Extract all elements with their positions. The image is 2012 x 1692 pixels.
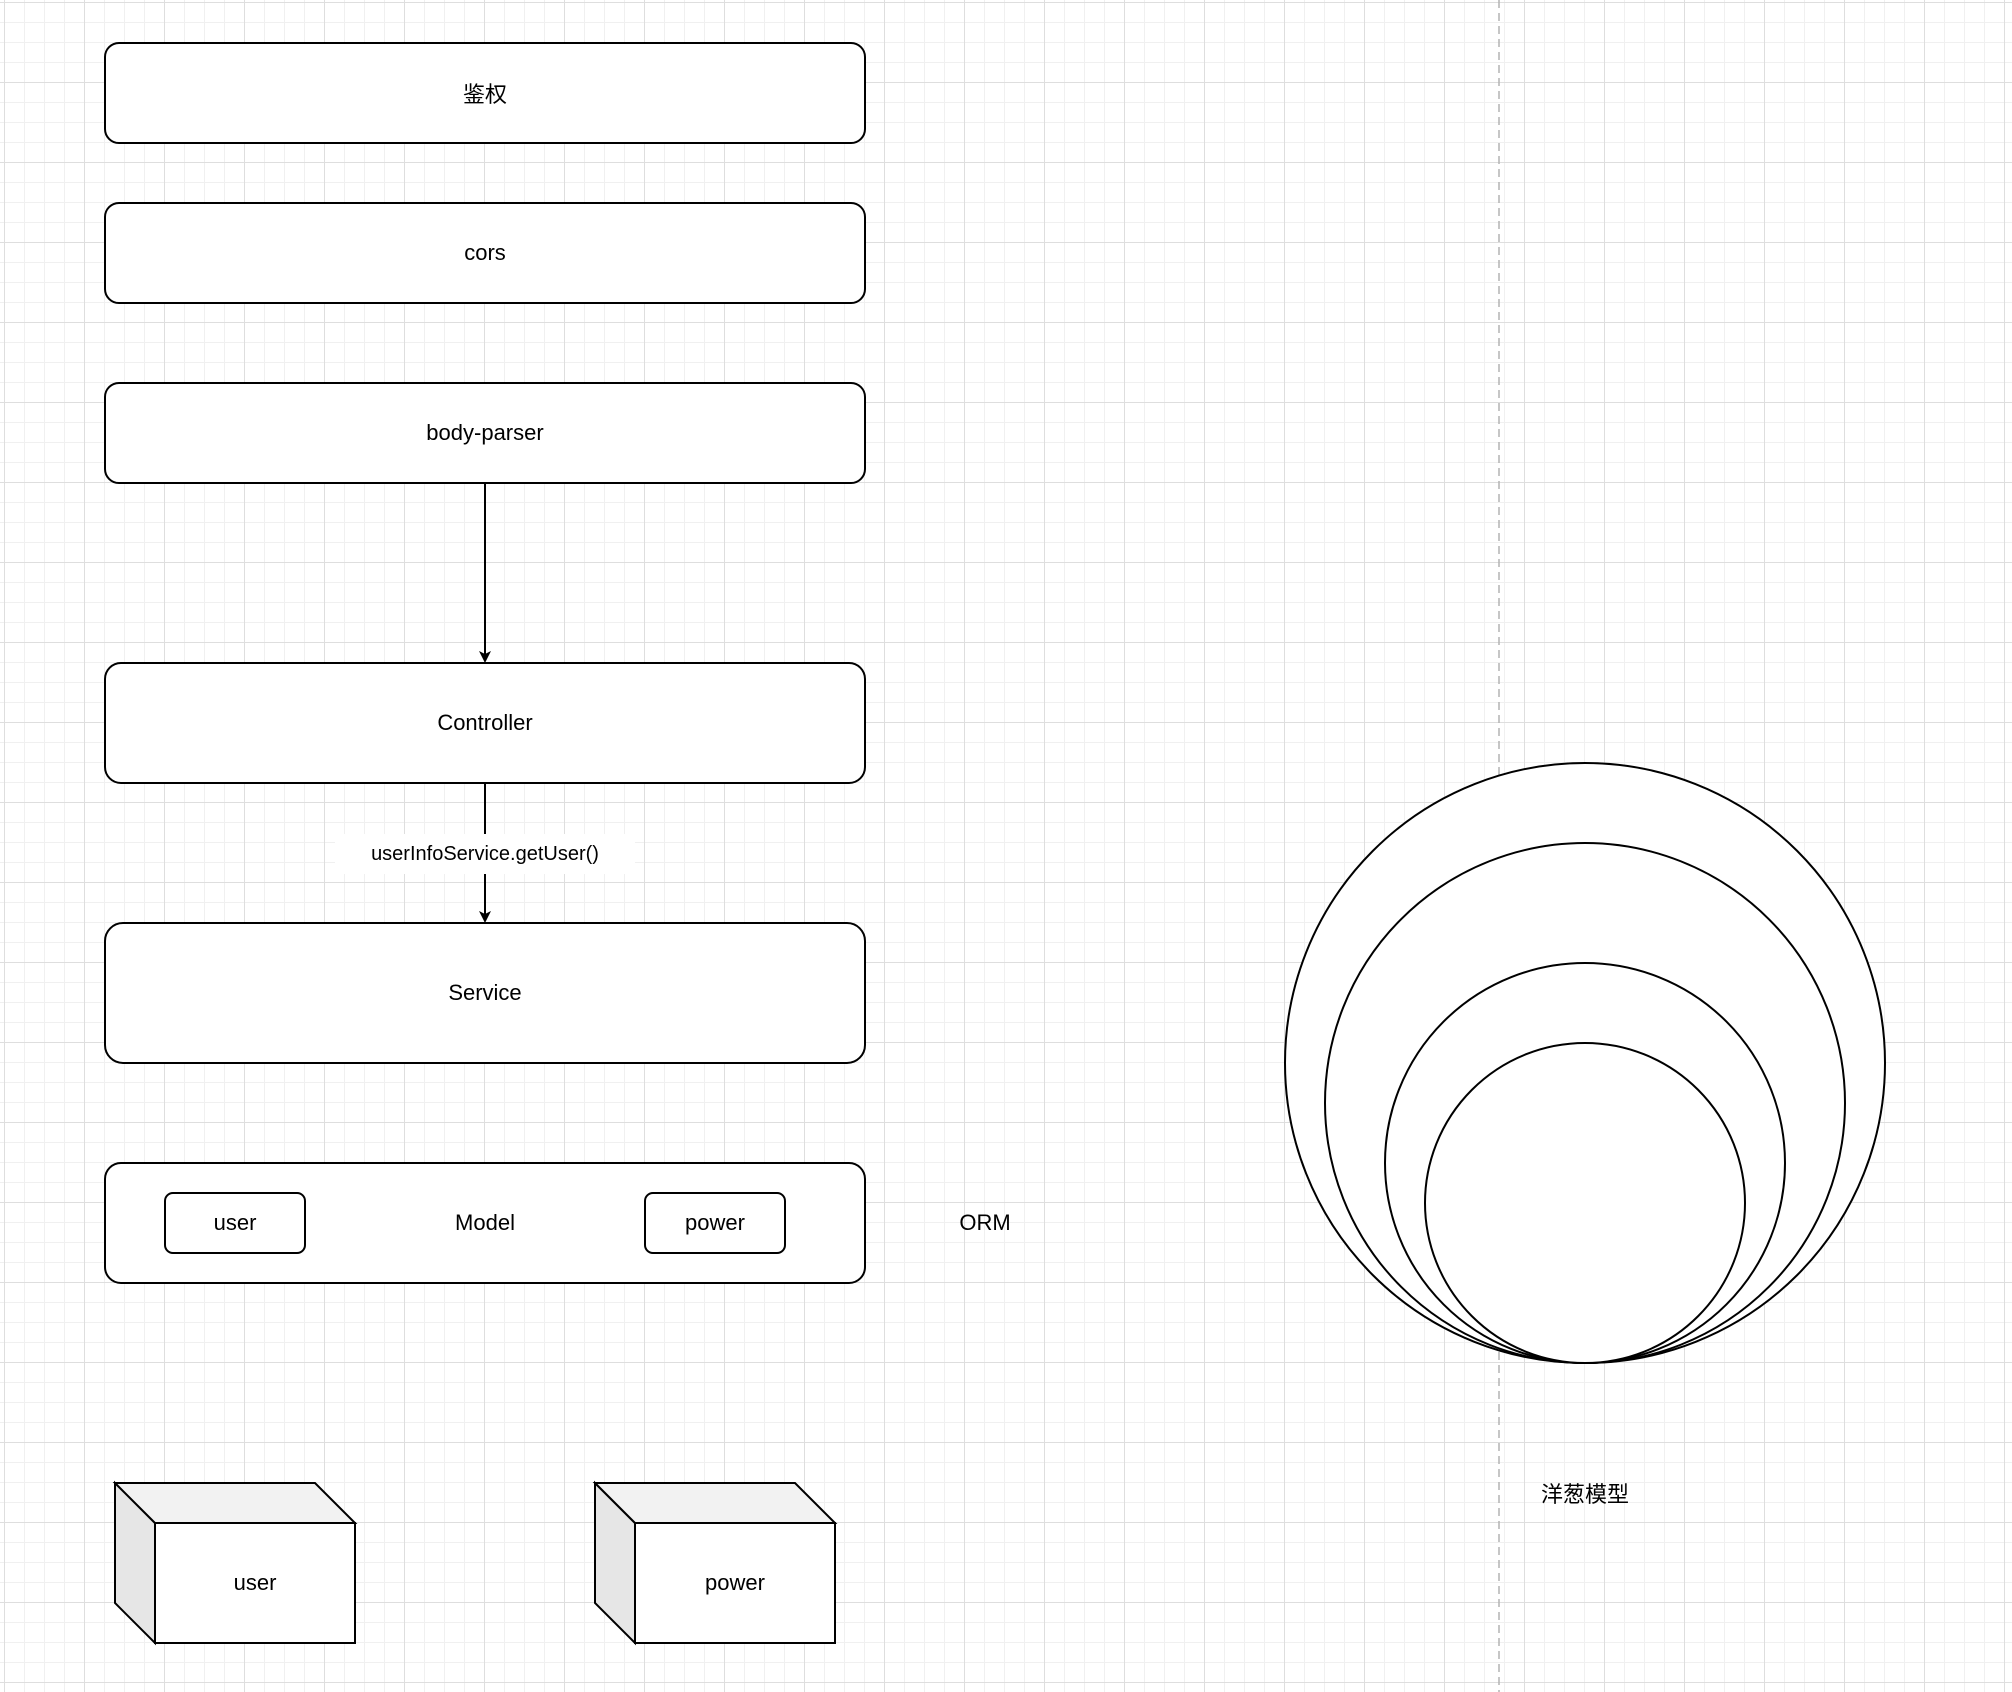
diagram-shapes: [104, 0, 1886, 1692]
power-table-cube[interactable]: [592, 1480, 838, 1646]
user-cube-top: [112, 1482, 358, 1524]
body-parser-layer-box[interactable]: [104, 382, 866, 484]
auth-layer-box[interactable]: [104, 42, 866, 144]
user-cube-front: [154, 1522, 356, 1644]
model-power-box[interactable]: [644, 1192, 786, 1254]
user-table-cube[interactable]: [112, 1480, 358, 1646]
onion-inner-circle[interactable]: [1424, 1042, 1746, 1364]
model-user-box[interactable]: [164, 1192, 306, 1254]
power-cube-top: [592, 1482, 838, 1524]
onion-model[interactable]: [1284, 762, 1886, 1364]
controller-layer-box[interactable]: [104, 662, 866, 784]
cors-layer-box[interactable]: [104, 202, 866, 304]
power-cube-front: [634, 1522, 836, 1644]
service-layer-box[interactable]: [104, 922, 866, 1064]
diagram-canvas: 鉴权 cors body-parser Controller Service M…: [0, 0, 2012, 1692]
